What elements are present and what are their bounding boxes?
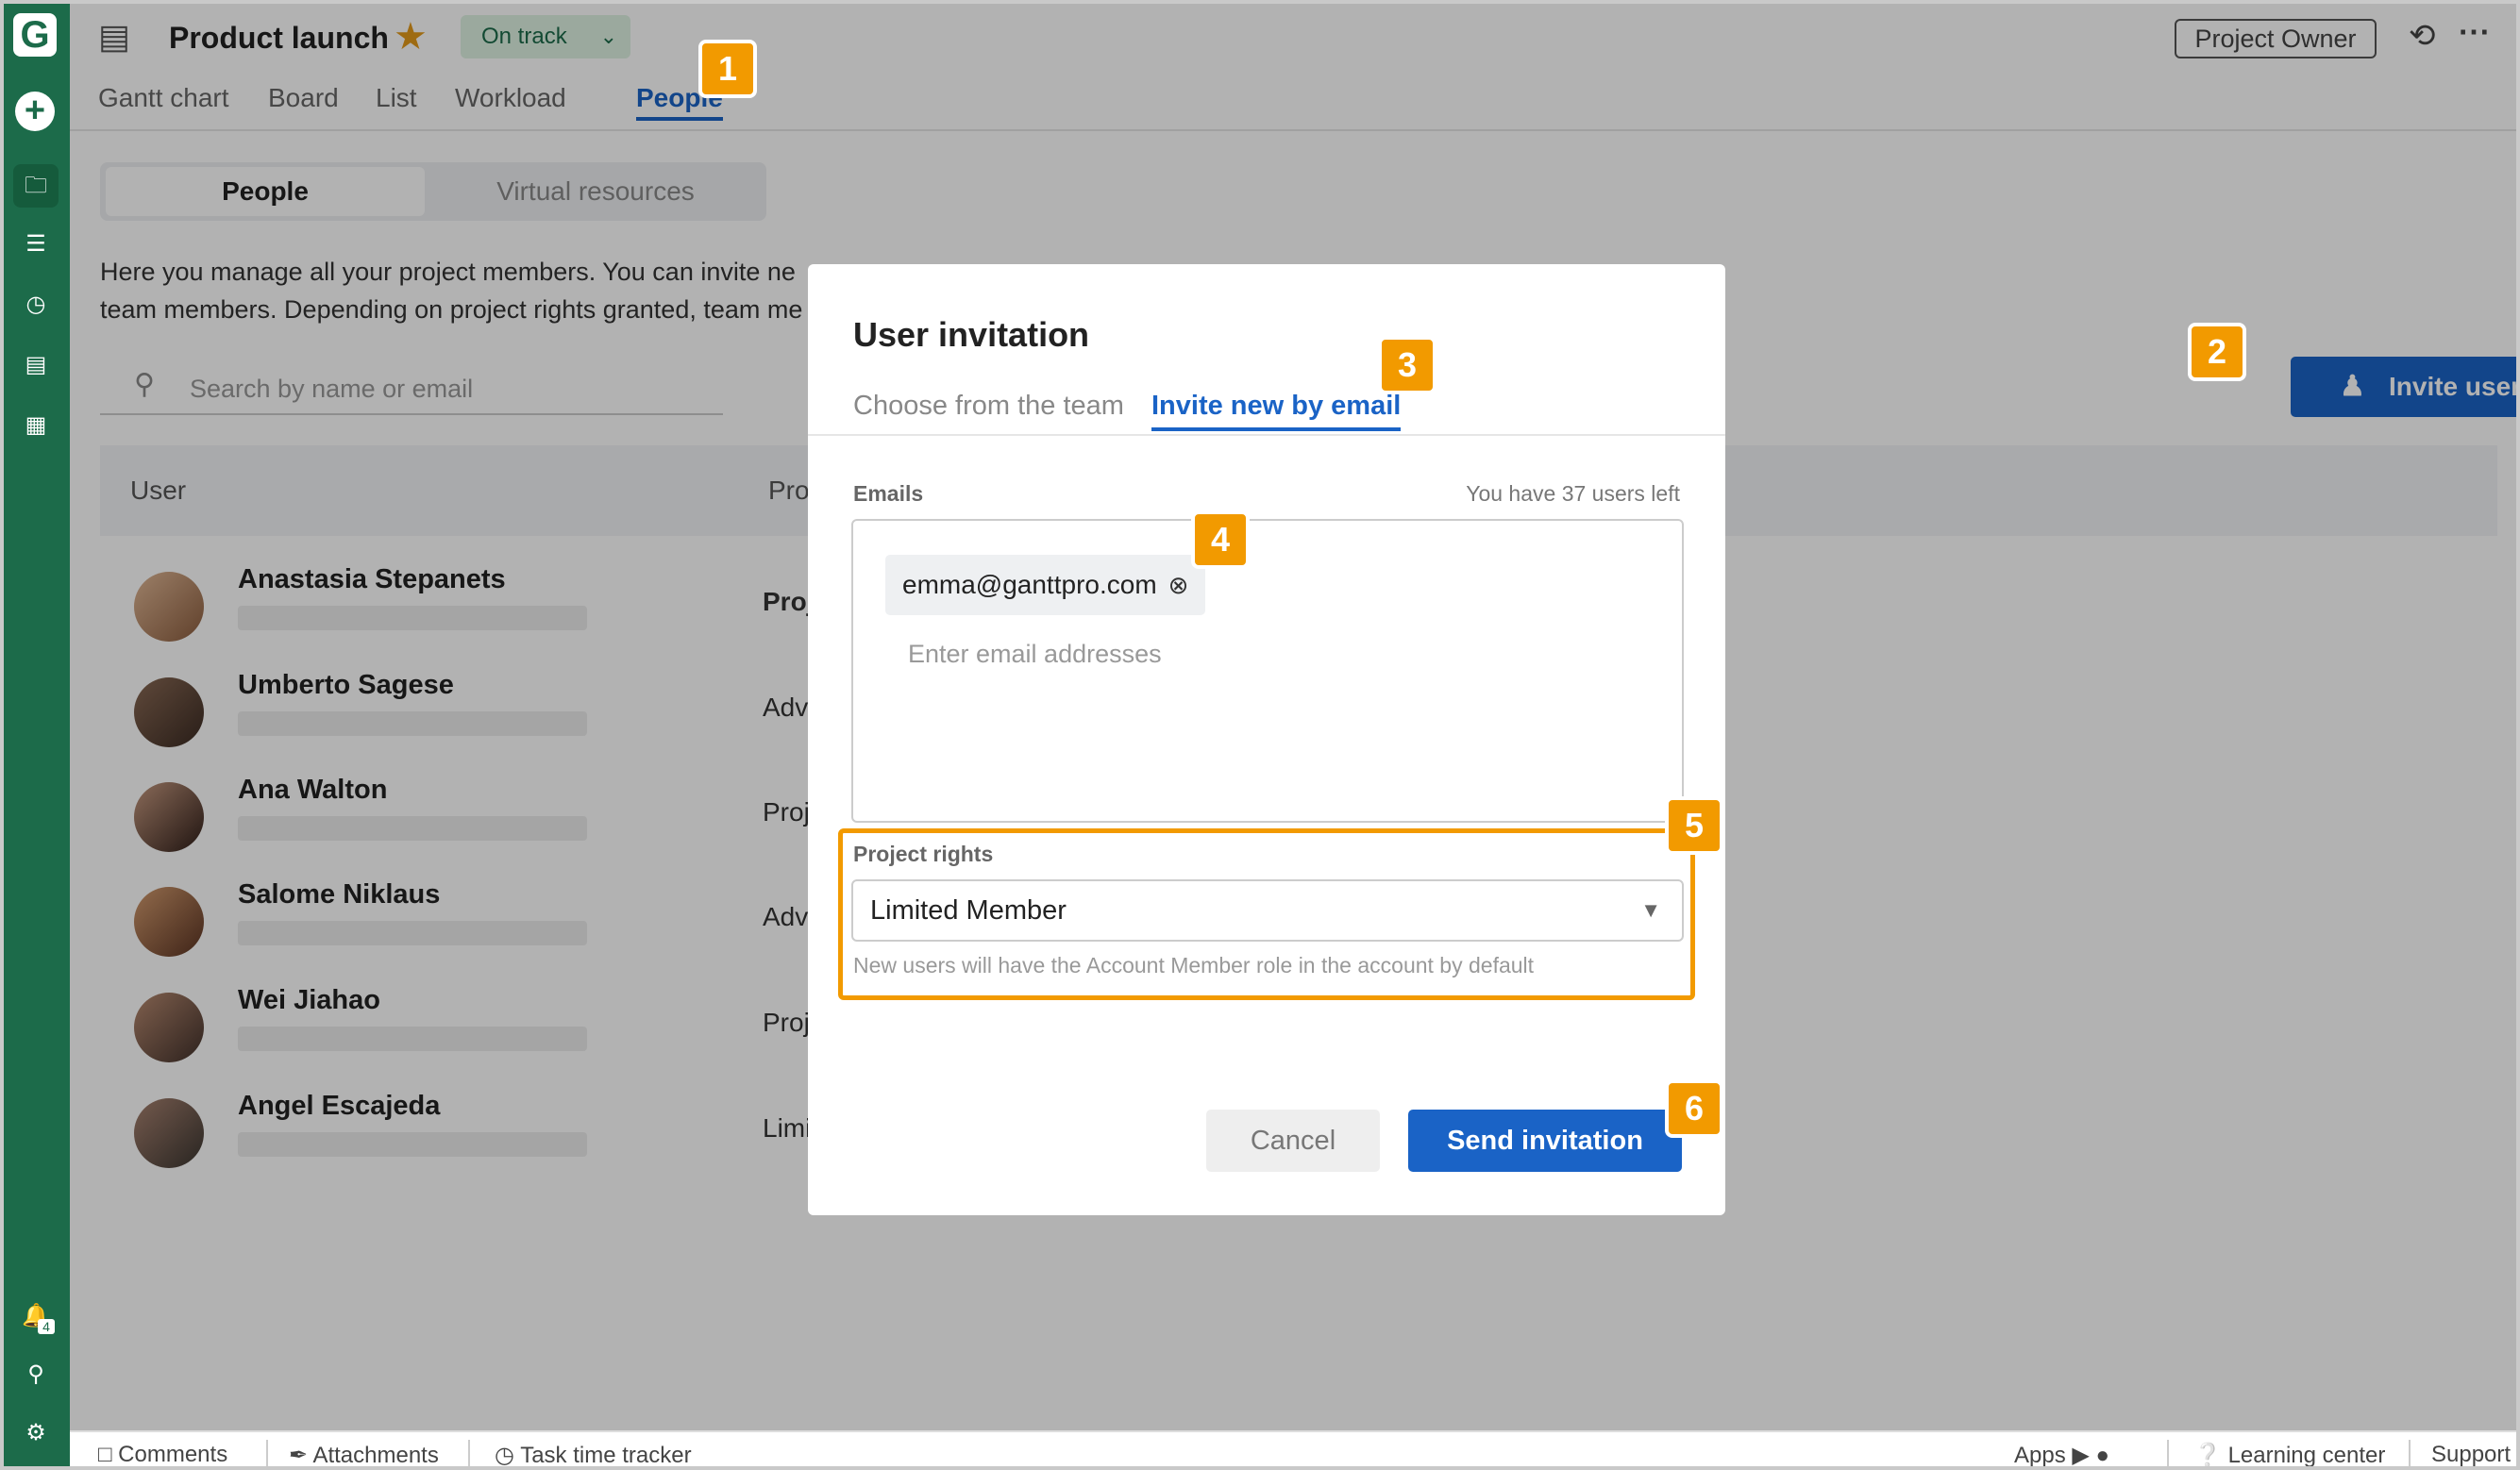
notifications-icon[interactable]: 🔔 4	[13, 1295, 59, 1338]
learning-label: Learning center	[2227, 1443, 2386, 1468]
emails-label: Emails	[853, 481, 924, 506]
footer-time-tracker[interactable]: ◷ Task time tracker	[495, 1442, 692, 1468]
remove-chip-icon[interactable]: ⊗	[1168, 555, 1189, 615]
footer-attachments[interactable]: ✒ Attachments	[289, 1442, 439, 1468]
ganttpro-logo[interactable]: G	[13, 13, 57, 57]
step-marker: 3	[1378, 336, 1436, 394]
apple-icon: ●	[2095, 1443, 2110, 1468]
stopwatch-icon: ◷	[495, 1443, 514, 1468]
clock-icon[interactable]: ◷	[13, 283, 59, 326]
apps-label: Apps	[2014, 1443, 2066, 1468]
settings-gear-icon[interactable]: ⚙	[13, 1412, 59, 1455]
emails-input[interactable]: emma@ganttpro.com ⊗ Enter email addresses	[851, 519, 1684, 823]
paperclip-icon: ✒	[289, 1443, 309, 1468]
dialog-tabs-divider	[808, 434, 1725, 436]
step-marker: 2	[2188, 323, 2246, 381]
footer-learning-center[interactable]: ❔ Learning center	[2193, 1442, 2386, 1468]
footer-divider	[266, 1440, 268, 1466]
email-chip: emma@ganttpro.com ⊗	[885, 555, 1206, 615]
footer-divider	[468, 1440, 470, 1466]
comments-label: Comments	[118, 1442, 228, 1467]
play-store-icon: ▶	[2072, 1443, 2090, 1468]
email-chip-text: emma@ganttpro.com	[902, 570, 1157, 599]
footer-apps[interactable]: Apps ▶ ●	[2014, 1442, 2110, 1468]
selected-rights: Limited Member	[870, 895, 1067, 926]
cancel-button[interactable]: Cancel	[1206, 1110, 1380, 1172]
step-marker: 1	[698, 40, 757, 98]
attachments-label: Attachments	[312, 1443, 439, 1468]
report-icon[interactable]: ▤	[13, 343, 59, 387]
footer-divider	[2167, 1440, 2169, 1466]
add-icon[interactable]: +	[15, 92, 55, 131]
footer-bar: □ Comments ✒ Attachments ◷ Task time tra…	[70, 1430, 2516, 1468]
dialog-title: User invitation	[853, 315, 1090, 354]
footer-comments[interactable]: □ Comments	[98, 1442, 228, 1467]
help-icon: ❔	[2193, 1443, 2222, 1468]
step-marker: 4	[1191, 510, 1250, 569]
app-window: G + 🗀 ☰ ◷ ▤ ▦ 🔔 4 ⚲ ⚙ ▤ Product launch ★ …	[0, 0, 2520, 1470]
step-marker: 5	[1665, 796, 1723, 855]
notifications-badge: 4	[38, 1319, 55, 1334]
comment-icon: □	[98, 1442, 112, 1467]
step-marker: 6	[1665, 1079, 1723, 1138]
project-rights-label: Project rights	[853, 842, 994, 866]
apps-grid-icon[interactable]: ▦	[13, 404, 59, 447]
user-invitation-dialog: User invitation Choose from the team Inv…	[808, 264, 1725, 1215]
projects-folder-icon[interactable]: 🗀	[13, 164, 59, 208]
footer-divider	[2409, 1440, 2411, 1466]
left-sidebar: G + 🗀 ☰ ◷ ▤ ▦ 🔔 4 ⚲ ⚙	[4, 4, 70, 1466]
email-placeholder: Enter email addresses	[908, 640, 1162, 668]
send-invitation-button[interactable]: Send invitation	[1408, 1110, 1682, 1172]
project-rights-select[interactable]: Limited Member ▼	[851, 879, 1684, 942]
footer-support[interactable]: Support	[2431, 1442, 2511, 1466]
tracker-label: Task time tracker	[520, 1443, 692, 1468]
rights-hint: New users will have the Account Member r…	[853, 953, 1535, 977]
tab-choose-from-team[interactable]: Choose from the team	[853, 391, 1124, 422]
tab-invite-by-email[interactable]: Invite new by email	[1151, 391, 1402, 431]
list-icon[interactable]: ☰	[13, 223, 59, 266]
users-left-count: You have 37 users left	[1466, 481, 1680, 506]
caret-down-icon: ▼	[1640, 898, 1661, 922]
search-icon[interactable]: ⚲	[13, 1353, 59, 1396]
